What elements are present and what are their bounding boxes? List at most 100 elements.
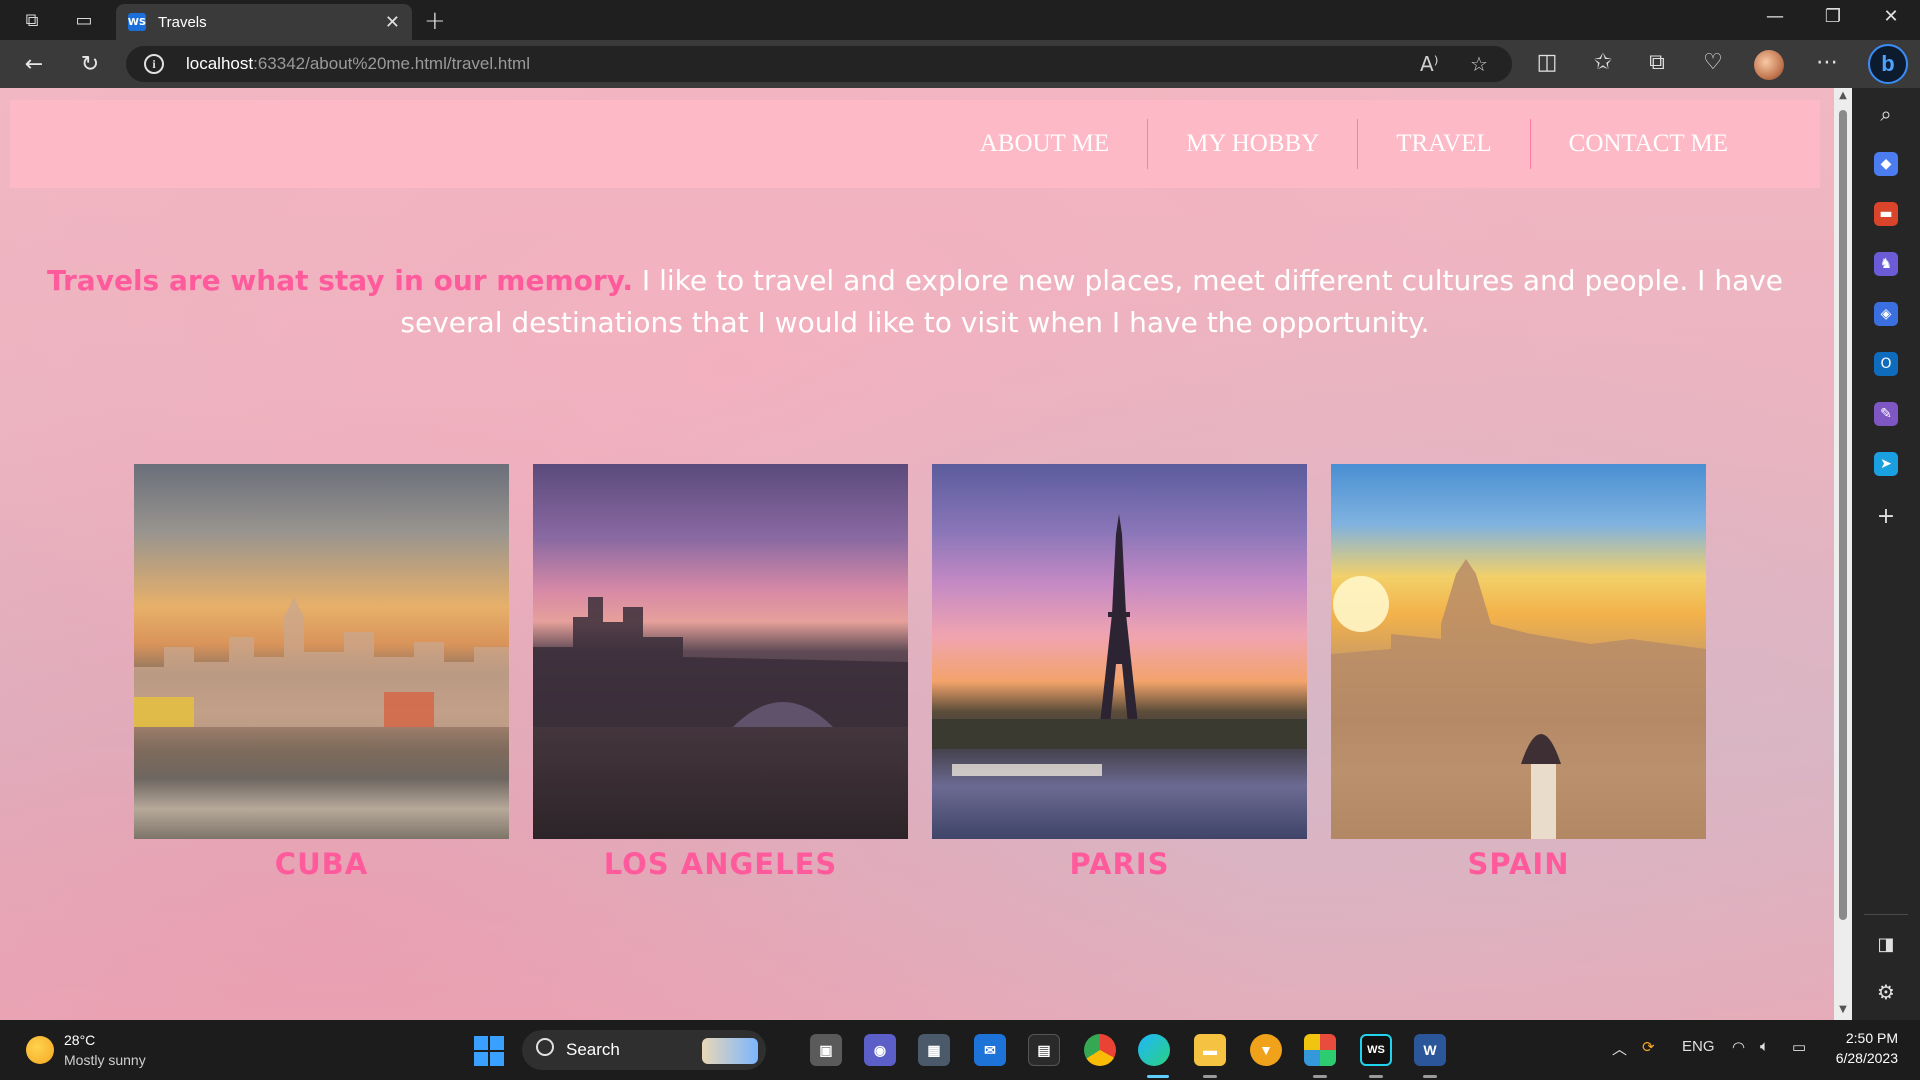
weather-sun-icon[interactable] bbox=[26, 1036, 54, 1064]
destination-gallery: CUBA LOS ANGELES PARIS SPAIN bbox=[134, 464, 1708, 884]
tab-close-icon[interactable]: ✕ bbox=[385, 12, 400, 33]
taskbar-search[interactable]: Search bbox=[522, 1030, 766, 1070]
tab-actions-icon[interactable]: ▭ bbox=[72, 8, 96, 32]
webstorm-running-indicator bbox=[1369, 1075, 1383, 1078]
scroll-down-icon[interactable]: ▼ bbox=[1837, 1004, 1849, 1015]
page-scrollbar[interactable]: ▲ ▼ bbox=[1834, 88, 1852, 1020]
page-viewport: ABOUT ME MY HOBBY TRAVEL CONTACT ME Trav… bbox=[0, 88, 1834, 1020]
outlook-icon[interactable]: O bbox=[1874, 352, 1898, 376]
eiffel-tower-icon bbox=[932, 514, 1307, 776]
spain-skyline-icon bbox=[1331, 559, 1706, 839]
explorer-running-indicator bbox=[1203, 1075, 1217, 1078]
profile-avatar[interactable] bbox=[1754, 50, 1784, 80]
favorite-star-icon[interactable]: ☆ bbox=[1470, 52, 1488, 76]
search-label: Search bbox=[566, 1040, 620, 1059]
tab-strip: ⧉ ▭ WS Travels ✕ + — ❐ ✕ bbox=[0, 0, 1920, 40]
language-indicator[interactable]: ENG bbox=[1682, 1038, 1715, 1055]
new-tab-icon[interactable]: + bbox=[424, 6, 446, 36]
volume-icon[interactable]: 🔈︎ bbox=[1760, 1038, 1769, 1055]
cuba-skyline-icon bbox=[134, 596, 509, 727]
hide-sidebar-icon[interactable]: ◨ bbox=[1874, 932, 1898, 956]
windows-taskbar: 28°C Mostly sunny Search ▣ ◉ ▦ ✉ ▤ ▬ ▼ W… bbox=[0, 1020, 1920, 1080]
webstorm-icon[interactable]: WS bbox=[1360, 1034, 1392, 1066]
show-hidden-icons-icon[interactable]: ︿ bbox=[1612, 1038, 1627, 1059]
games-icon[interactable]: ♞ bbox=[1874, 252, 1898, 276]
scroll-thumb[interactable] bbox=[1839, 110, 1847, 920]
chrome-icon[interactable] bbox=[1084, 1034, 1116, 1066]
word-icon[interactable]: W bbox=[1414, 1034, 1446, 1066]
destination-label: PARIS bbox=[1069, 847, 1170, 881]
calculator-icon[interactable]: ▦ bbox=[918, 1034, 950, 1066]
designer-icon[interactable]: ✎ bbox=[1874, 402, 1898, 426]
nav-about-me[interactable]: ABOUT ME bbox=[942, 119, 1147, 169]
office-running-indicator bbox=[1313, 1075, 1327, 1078]
nav-contact-me[interactable]: CONTACT ME bbox=[1529, 119, 1766, 169]
wifi-icon[interactable]: ◠ bbox=[1732, 1038, 1745, 1056]
destination-card-spain: SPAIN bbox=[1331, 464, 1706, 881]
battery-icon[interactable]: ▭ bbox=[1792, 1038, 1806, 1056]
search-icon[interactable]: ⌕ bbox=[1874, 102, 1898, 126]
scroll-up-icon[interactable]: ▲ bbox=[1837, 90, 1849, 101]
browser-essentials-icon[interactable]: ♡ bbox=[1698, 50, 1728, 75]
destination-card-los-angeles: LOS ANGELES bbox=[533, 464, 908, 881]
destination-card-cuba: CUBA bbox=[134, 464, 509, 881]
refresh-icon[interactable]: ↻ bbox=[76, 50, 104, 78]
microsoft-365-icon[interactable]: ◈ bbox=[1874, 302, 1898, 326]
split-screen-icon[interactable]: ◫ bbox=[1532, 50, 1562, 75]
destination-label: CUBA bbox=[274, 847, 369, 881]
clock-date[interactable]: 6/28/2023 bbox=[1836, 1050, 1898, 1066]
bing-copilot-icon[interactable]: b bbox=[1868, 44, 1908, 84]
paris-photo bbox=[932, 464, 1307, 839]
favorites-icon[interactable]: ✩ bbox=[1588, 50, 1618, 75]
collections-icon[interactable]: ⧉ bbox=[1642, 50, 1672, 75]
workspaces-icon[interactable]: ⧉ bbox=[20, 8, 44, 32]
los-angeles-photo bbox=[533, 464, 908, 839]
edge-icon[interactable] bbox=[1138, 1034, 1170, 1066]
nav-travel[interactable]: TRAVEL bbox=[1357, 119, 1529, 169]
tab-travels[interactable]: WS Travels ✕ bbox=[116, 4, 412, 40]
destination-card-paris: PARIS bbox=[932, 464, 1307, 881]
sidebar-settings-icon[interactable]: ⚙ bbox=[1874, 980, 1898, 1004]
restore-icon[interactable]: ❐ bbox=[1810, 6, 1856, 27]
more-options-icon[interactable]: ⋯ bbox=[1812, 50, 1842, 75]
url-text[interactable]: localhost:63342/about%20me.html/travel.h… bbox=[186, 54, 530, 74]
microsoft-store-icon[interactable]: ▤ bbox=[1028, 1034, 1060, 1066]
webstorm-favicon-icon: WS bbox=[128, 13, 146, 31]
destination-label: LOS ANGELES bbox=[603, 847, 838, 881]
shopping-tag-icon[interactable]: ◆ bbox=[1874, 152, 1898, 176]
edge-active-indicator bbox=[1147, 1075, 1169, 1078]
tab-title: Travels bbox=[158, 13, 207, 31]
sidebar-divider bbox=[1864, 914, 1908, 915]
brave-icon[interactable]: ▼ bbox=[1250, 1034, 1282, 1066]
start-button[interactable] bbox=[474, 1036, 504, 1066]
minimize-icon[interactable]: — bbox=[1752, 6, 1798, 27]
weather-description[interactable]: Mostly sunny bbox=[64, 1052, 146, 1068]
read-aloud-icon[interactable]: A⁾ bbox=[1420, 52, 1439, 76]
los-angeles-skyline-icon bbox=[533, 596, 908, 727]
cuba-photo bbox=[134, 464, 509, 839]
mail-icon[interactable]: ✉ bbox=[974, 1034, 1006, 1066]
site-navbar: ABOUT ME MY HOBBY TRAVEL CONTACT ME bbox=[10, 100, 1820, 188]
nav-my-hobby[interactable]: MY HOBBY bbox=[1147, 119, 1357, 169]
file-explorer-icon[interactable]: ▬ bbox=[1194, 1034, 1226, 1066]
send-icon[interactable]: ➤ bbox=[1874, 452, 1898, 476]
task-view-icon[interactable]: ▣ bbox=[810, 1034, 842, 1066]
intro-highlight: Travels are what stay in our memory. bbox=[46, 264, 634, 297]
word-running-indicator bbox=[1423, 1075, 1437, 1078]
clock-time[interactable]: 2:50 PM bbox=[1846, 1030, 1898, 1046]
teams-chat-icon[interactable]: ◉ bbox=[864, 1034, 896, 1066]
edge-sidebar: ⌕ ◆ ▬ ♞ ◈ O ✎ ➤ + ◨ ⚙ bbox=[1852, 88, 1920, 1020]
search-highlight-image bbox=[702, 1038, 758, 1064]
tools-icon[interactable]: ▬ bbox=[1874, 202, 1898, 226]
add-sidebar-app-icon[interactable]: + bbox=[1874, 504, 1898, 529]
weather-temperature[interactable]: 28°C bbox=[64, 1032, 95, 1048]
spain-photo bbox=[1331, 464, 1706, 839]
back-icon[interactable]: ← bbox=[20, 50, 48, 78]
address-bar[interactable]: i localhost:63342/about%20me.html/travel… bbox=[126, 46, 1512, 82]
search-icon bbox=[536, 1038, 554, 1056]
site-info-icon[interactable]: i bbox=[144, 54, 164, 74]
destination-label: SPAIN bbox=[1467, 847, 1570, 881]
office-app-icon[interactable] bbox=[1304, 1034, 1336, 1066]
close-window-icon[interactable]: ✕ bbox=[1868, 6, 1914, 27]
sync-icon[interactable]: ⟳ bbox=[1642, 1038, 1655, 1056]
